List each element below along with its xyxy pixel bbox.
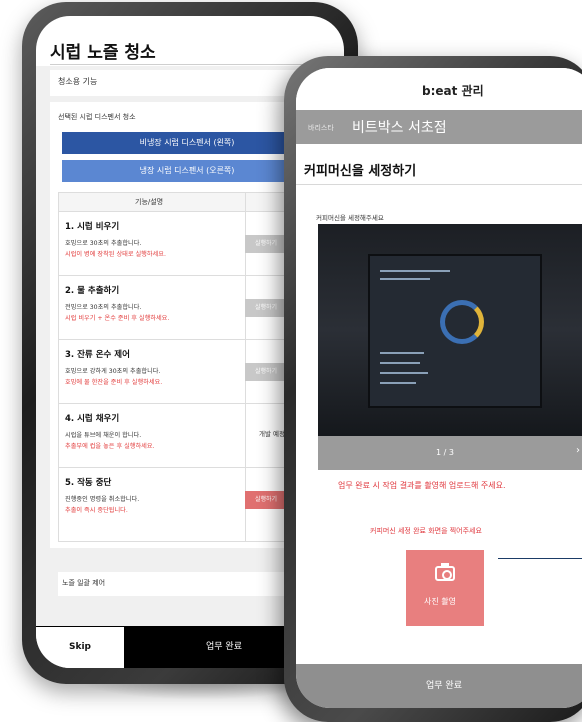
- camera-icon: [435, 563, 455, 581]
- take-photo-label: 사진 촬영: [424, 597, 456, 606]
- app-title: b:eat 관리: [422, 84, 484, 98]
- ambient-dispenser-button[interactable]: 비냉장 시럽 디스펜서 (왼쪽): [62, 132, 312, 154]
- photo-instruction: 커피머신 세정 완료 화면을 찍어주세요: [370, 527, 482, 535]
- row-warning: 추출이 즉시 중단됩니다.: [65, 507, 128, 514]
- skip-button[interactable]: Skip: [36, 626, 124, 668]
- store-name: 비트박스 서초점: [352, 120, 447, 136]
- row-title: 5. 작동 중단: [65, 478, 112, 488]
- row-description: 호밍으로 강하게 30초의 추출합니다.: [65, 368, 161, 375]
- monitor-line: [380, 352, 424, 354]
- dispenser-subtitle: 선택된 시럽 디스펜서 청소: [58, 113, 136, 121]
- row-warning: 시럽 비우기 + 온수 준비 후 실행하세요.: [65, 315, 170, 322]
- take-photo-button[interactable]: 사진 촬영: [406, 550, 484, 626]
- row-warning: 추출부에 컵을 놓은 후 실행하세요.: [65, 443, 155, 450]
- row-title: 3. 잔류 온수 제어: [65, 350, 130, 360]
- done-label: 업무 완료: [206, 642, 242, 652]
- chilled-dispenser-button[interactable]: 냉장 시럽 디스펜서 (오른쪽): [62, 160, 312, 182]
- machine-monitor: [368, 254, 542, 408]
- carousel-indicator: 1 / 3 ›: [318, 436, 582, 470]
- upload-notice: 업무 완료 시 작업 결과를 촬영해 업로드해 주세요.: [338, 481, 506, 490]
- brand-label: 바리스타: [308, 124, 334, 132]
- monitor-line: [380, 362, 420, 364]
- row-description: 호밍으로 30초의 추출합니다.: [65, 240, 142, 247]
- front-phone-frame: b:eat 관리 바리스타 비트박스 서초점 커피머신을 세정하기 커피머신을 …: [284, 56, 582, 722]
- monitor-line: [380, 382, 416, 384]
- app-bar: b:eat 관리: [296, 68, 582, 110]
- row-title: 4. 시럽 채우기: [65, 414, 120, 424]
- row-description: 시럽을 튜브에 채운이 합니다.: [65, 432, 142, 439]
- complete-task-button[interactable]: 업무 완료: [296, 664, 582, 708]
- task-title: 커피머신을 세정하기: [304, 164, 417, 179]
- row-warning: 호밍에 물 한잔을 준비 후 실행하세요.: [65, 379, 163, 386]
- coffee-machine-photo[interactable]: [318, 224, 582, 436]
- row-warning: 시럽이 병에 장착된 상태로 실행하세요.: [65, 251, 166, 258]
- row-title: 2. 물 추출하기: [65, 286, 120, 296]
- row-description: 진행중인 명령을 취소합니다.: [65, 496, 140, 503]
- progress-ring-graphic: [440, 300, 484, 344]
- photo-label: 커피머신을 세정해주세요: [316, 214, 384, 222]
- page-indicator: 1 / 3: [436, 448, 454, 457]
- annotation-line: [498, 558, 582, 559]
- page-title: 시럽 노즐 청소: [50, 43, 156, 63]
- nozzle-control-label: 노즐 일괄 제어: [62, 579, 106, 587]
- chevron-right-icon[interactable]: ›: [576, 445, 580, 456]
- monitor-line: [380, 270, 450, 272]
- row-description: 전밍으로 30초의 추출합니다.: [65, 304, 142, 311]
- header-divider: [50, 64, 330, 65]
- row-title: 1. 시럽 비우기: [65, 222, 120, 232]
- store-bar: 바리스타 비트박스 서초점: [296, 110, 582, 144]
- title-divider: [296, 184, 582, 185]
- table-header-function: 기능/설명: [135, 198, 164, 206]
- section-title: 청소용 기능: [58, 77, 98, 86]
- monitor-line: [380, 372, 428, 374]
- monitor-line: [380, 278, 430, 280]
- complete-task-label: 업무 완료: [426, 681, 462, 691]
- row-status: 개발 예정: [259, 430, 285, 438]
- front-phone-screen: b:eat 관리 바리스타 비트박스 서초점 커피머신을 세정하기 커피머신을 …: [296, 68, 582, 708]
